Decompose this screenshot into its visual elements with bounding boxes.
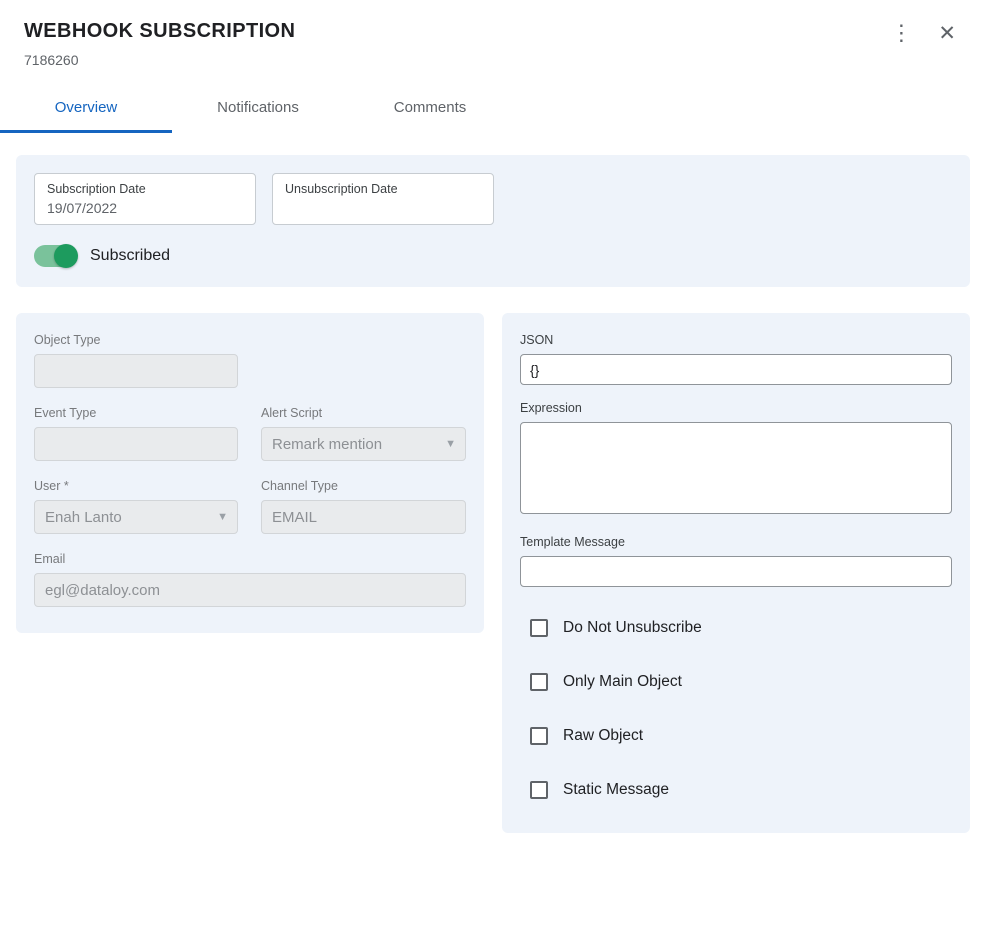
subscription-date-field[interactable]: Subscription Date 19/07/2022 [34, 173, 256, 225]
details-panel: Object Type Event Type Alert Script Rema… [16, 313, 484, 633]
object-type-input [34, 354, 238, 388]
json-input[interactable] [520, 354, 952, 385]
event-type-block: Event Type [34, 406, 239, 461]
user-block: User * Enah Lanto ▼ [34, 479, 239, 534]
checkbox-icon [530, 727, 548, 745]
channel-type-block: Channel Type EMAIL [261, 479, 466, 534]
header-actions: ⋮ ✕ [890, 22, 956, 44]
record-id: 7186260 [24, 52, 962, 68]
checkbox-only-main-object[interactable]: Only Main Object [530, 673, 952, 691]
chevron-down-icon: ▼ [445, 438, 456, 450]
unsubscription-date-label: Unsubscription Date [285, 182, 481, 196]
subscription-date-value: 19/07/2022 [47, 200, 243, 216]
checkbox-icon [530, 781, 548, 799]
template-message-input[interactable] [520, 556, 952, 587]
json-label: JSON [520, 333, 952, 347]
date-row: Subscription Date 19/07/2022 Unsubscript… [34, 173, 952, 225]
json-block: JSON [520, 333, 952, 385]
kebab-menu-icon[interactable]: ⋮ [890, 22, 912, 44]
toggle-thumb [54, 244, 78, 268]
email-value: egl@dataloy.com [45, 582, 160, 599]
overview-content: Subscription Date 19/07/2022 Unsubscript… [0, 133, 986, 833]
checkbox-label: Do Not Unsubscribe [563, 619, 702, 637]
checkbox-list: Do Not Unsubscribe Only Main Object Raw … [530, 619, 952, 799]
close-icon[interactable]: ✕ [938, 23, 956, 44]
unsubscription-date-value [285, 200, 481, 216]
checkbox-label: Static Message [563, 781, 669, 799]
channel-type-value: EMAIL [272, 509, 317, 526]
channel-type-label: Channel Type [261, 479, 466, 493]
checkbox-label: Raw Object [563, 727, 643, 745]
checkbox-static-message[interactable]: Static Message [530, 781, 952, 799]
alert-script-select: Remark mention ▼ [261, 427, 466, 461]
checkbox-icon [530, 673, 548, 691]
email-field: egl@dataloy.com [34, 573, 466, 607]
page-title: WEBHOOK SUBSCRIPTION [24, 20, 962, 43]
tab-notifications[interactable]: Notifications [172, 84, 344, 133]
user-value: Enah Lanto [45, 509, 122, 526]
expression-block: Expression [520, 401, 952, 519]
subscribed-toggle[interactable] [34, 245, 76, 267]
tab-bar: Overview Notifications Comments [0, 84, 986, 133]
user-label: User * [34, 479, 239, 493]
alert-script-label: Alert Script [261, 406, 466, 420]
alert-script-block: Alert Script Remark mention ▼ [261, 406, 466, 461]
template-message-block: Template Message [520, 535, 952, 587]
checkbox-icon [530, 619, 548, 637]
template-message-label: Template Message [520, 535, 952, 549]
event-type-label: Event Type [34, 406, 239, 420]
checkbox-do-not-unsubscribe[interactable]: Do Not Unsubscribe [530, 619, 952, 637]
subscription-panel: Subscription Date 19/07/2022 Unsubscript… [16, 155, 970, 287]
subscribed-toggle-label: Subscribed [90, 247, 170, 265]
expression-textarea[interactable] [520, 422, 952, 514]
object-type-label: Object Type [34, 333, 466, 347]
chevron-down-icon: ▼ [217, 511, 228, 523]
checkbox-label: Only Main Object [563, 673, 682, 691]
user-select: Enah Lanto ▼ [34, 500, 238, 534]
alert-script-value: Remark mention [272, 436, 382, 453]
channel-type-input: EMAIL [261, 500, 466, 534]
subscription-date-label: Subscription Date [47, 182, 243, 196]
event-type-input [34, 427, 238, 461]
dialog-header: WEBHOOK SUBSCRIPTION 7186260 ⋮ ✕ [0, 0, 986, 68]
subscribed-toggle-row: Subscribed [34, 245, 952, 267]
email-label: Email [34, 552, 466, 566]
checkbox-raw-object[interactable]: Raw Object [530, 727, 952, 745]
email-block: Email egl@dataloy.com [34, 552, 466, 607]
expression-label: Expression [520, 401, 952, 415]
tab-overview[interactable]: Overview [0, 84, 172, 133]
message-panel: JSON Expression Template Message Do Not … [502, 313, 970, 833]
object-type-block: Object Type [34, 333, 466, 388]
unsubscription-date-field[interactable]: Unsubscription Date [272, 173, 494, 225]
tab-comments[interactable]: Comments [344, 84, 516, 133]
